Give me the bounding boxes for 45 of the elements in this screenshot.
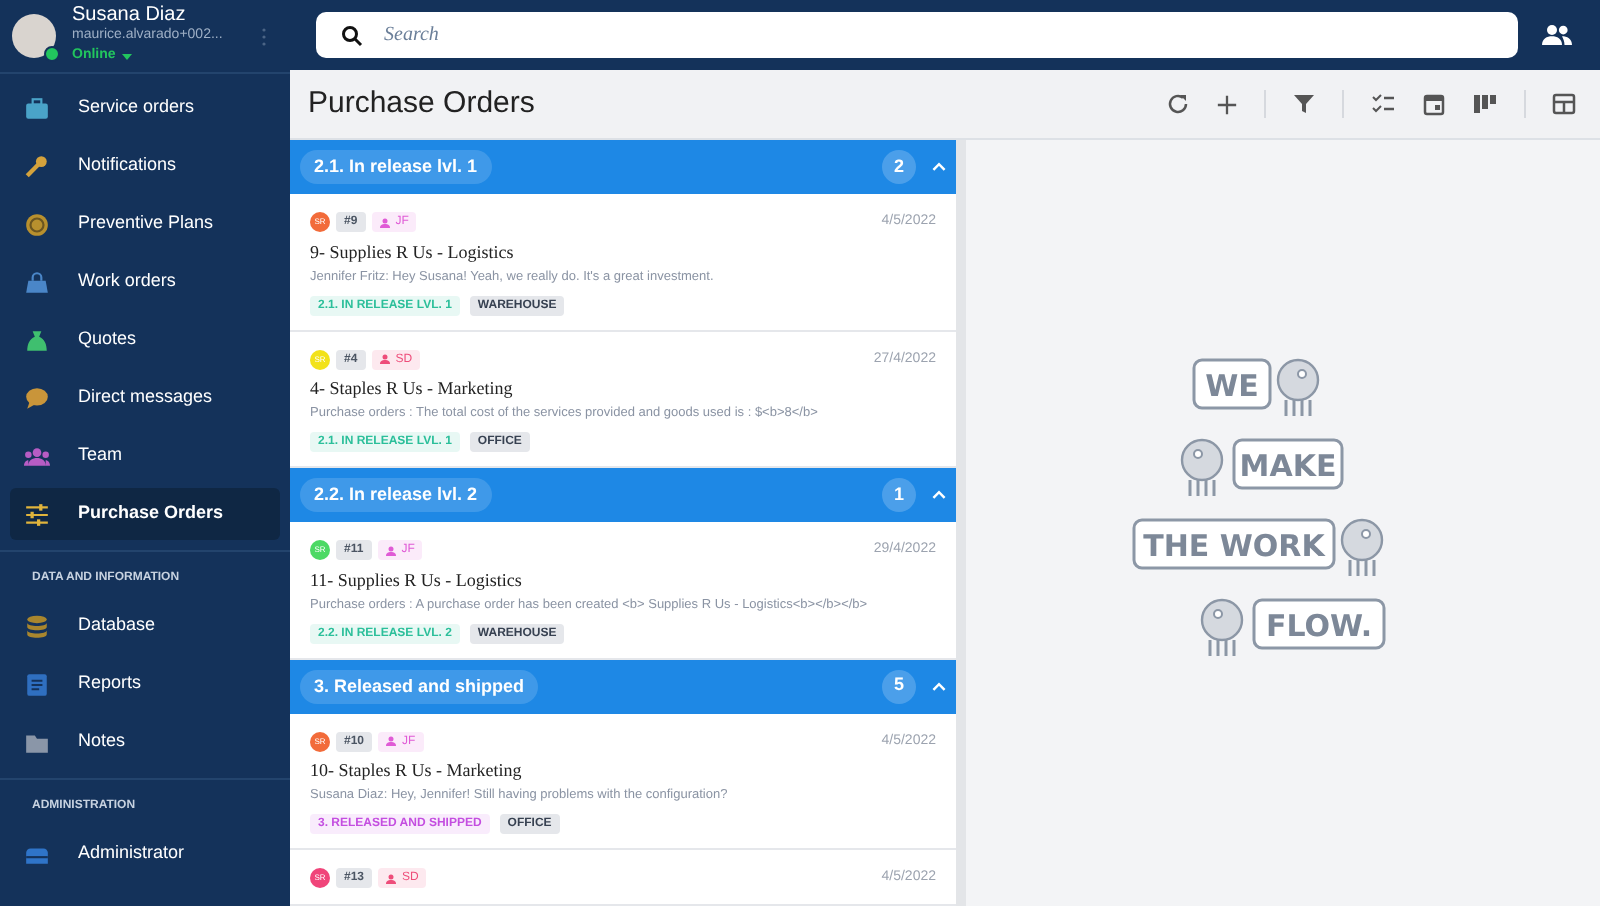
chevron-up-icon[interactable] [932,162,946,172]
add-icon[interactable] [1216,93,1238,115]
calendar-icon[interactable] [1422,92,1446,116]
sidebar-item[interactable]: Direct messages [10,372,280,424]
group-title: 3. Released and shipped [300,669,539,703]
refresh-icon[interactable] [1166,92,1190,116]
table-icon[interactable] [1552,92,1576,116]
robots-illustration-drawing: WE MAKE THE WORK FLOW. [1113,343,1453,703]
chevron-up-icon[interactable] [932,681,946,691]
sidebar-item[interactable]: Service orders [10,82,280,134]
page-title: Purchase Orders [308,83,537,124]
person-icon [379,217,390,228]
order-title: 10- Staples R Us - Marketing [310,760,524,782]
avatar [12,14,56,58]
search-field[interactable]: Search [316,12,1518,58]
person-icon [386,873,397,884]
search-icon [340,24,364,48]
sidebar-item[interactable]: Database [10,600,280,652]
sidebar-item[interactable]: Work orders [10,256,280,308]
order-title: 11- Supplies R Us - Logistics [310,569,524,591]
sidebar-item[interactable]: Preventive Plans [10,198,280,250]
person-icon [386,736,397,747]
sidebar-item[interactable]: Notes [10,716,280,768]
order-title: 4- Staples R Us - Marketing [310,378,515,400]
group-title: 2.2. In release lvl. 2 [300,478,492,512]
chevron-up-icon[interactable] [932,490,946,500]
sidebar-item[interactable]: Purchase Orders [10,488,280,540]
sidebar-item[interactable]: Quotes [10,314,280,366]
checklist-icon[interactable] [1370,92,1396,116]
count-badge: 5 [882,669,916,703]
people-icon[interactable] [1542,24,1572,46]
person-icon [385,545,396,556]
count-badge: 1 [882,478,916,512]
order-title: 9- Supplies R Us - Logistics [310,241,516,263]
sidebar-item[interactable]: Administrator [10,828,280,880]
group-title: 2.1. In release lvl. 1 [300,150,492,184]
sidebar-item[interactable]: Team [10,430,280,482]
sidebar-item[interactable]: Notifications [10,140,280,192]
person-icon [379,354,390,365]
columns-icon[interactable] [1472,92,1498,116]
filter-icon[interactable] [1292,92,1316,116]
caret-down-icon [121,53,132,59]
sidebar-item[interactable]: Reports [10,658,280,710]
count-badge: 2 [882,150,916,184]
user-name: Susana Diaz [72,6,188,26]
